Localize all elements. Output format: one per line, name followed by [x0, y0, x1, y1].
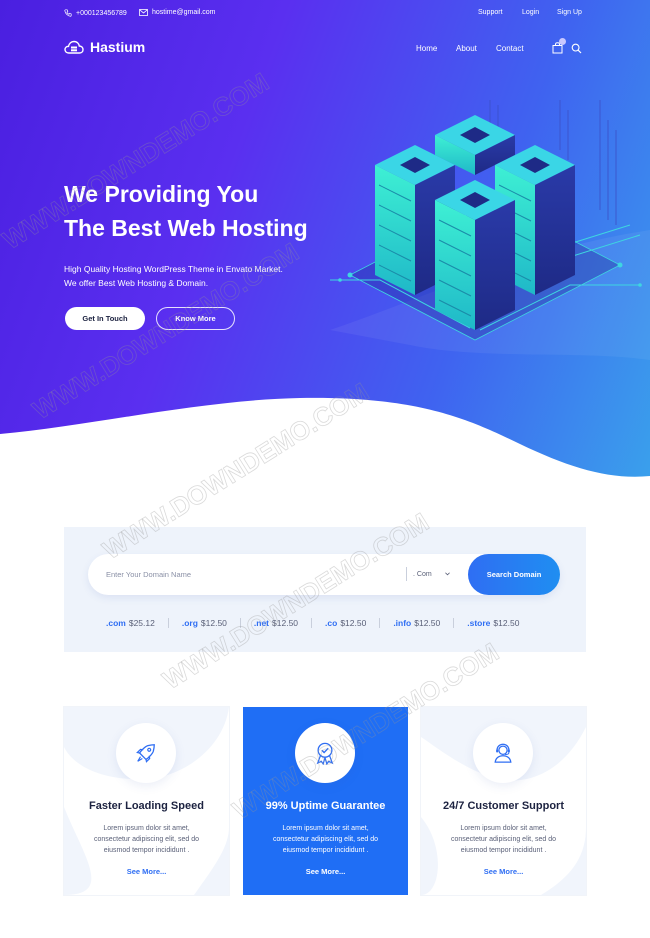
- top-bar: +000123456789 hostime@gmail.com Support …: [0, 0, 650, 26]
- domain-search-section: . Com Search Domain .com$25.12 .org$12.5…: [64, 527, 586, 652]
- feature-description-line: consectetur adipiscing elit, sed do: [272, 836, 379, 843]
- tld-label: .store: [467, 618, 491, 628]
- brand-name: Hastium: [90, 39, 146, 55]
- feature-description-line: eiusmod tempor incididunt .: [460, 847, 547, 854]
- tld-price: $12.50: [200, 618, 227, 628]
- email-contact[interactable]: hostime@gmail.com: [139, 9, 216, 16]
- feature-description-line: eiusmod tempor incididunt .: [282, 847, 369, 854]
- server-rack-illustration: [330, 100, 642, 341]
- tld-dropdown[interactable]: . Com: [406, 567, 450, 581]
- support-link[interactable]: Support: [478, 9, 503, 16]
- tld-label: .org: [181, 618, 198, 628]
- feature-description-line: Lorem ipsum dolor sit amet,: [282, 825, 369, 832]
- domain-search-input[interactable]: [106, 566, 396, 582]
- nav-contact[interactable]: Contact: [496, 44, 524, 53]
- tld-price: $25.12: [128, 618, 155, 628]
- see-more-link[interactable]: See More...: [64, 867, 229, 876]
- search-icon: [571, 43, 582, 54]
- feature-description-line: consectetur adipiscing elit, sed do: [93, 836, 200, 843]
- tld-price: $12.50: [272, 618, 299, 628]
- hero-title-line2: The Best Web Hosting: [64, 215, 308, 241]
- feature-title: 99% Uptime Guarantee: [265, 800, 386, 812]
- rocket-icon: [136, 744, 155, 763]
- tld-label: .info: [393, 618, 412, 628]
- feature-card-uptime[interactable]: 99% Uptime Guarantee Lorem ipsum dolor s…: [243, 707, 408, 895]
- mail-icon: [139, 9, 148, 16]
- feature-icon-wrapper: [295, 723, 355, 783]
- domain-search-bar: . Com Search Domain: [88, 554, 560, 595]
- price-divider: [167, 618, 169, 628]
- feature-description-line: consectetur adipiscing elit, sed do: [450, 836, 557, 843]
- feature-icon-wrapper: [473, 723, 533, 783]
- domain-price-item: .com $25.12: [106, 616, 155, 630]
- chevron-down-icon: [445, 572, 450, 576]
- phone-icon: [64, 9, 72, 17]
- hero-subtitle-line1: High Quality Hosting WordPress Theme in …: [64, 264, 283, 274]
- email-address: hostime@gmail.com: [152, 9, 216, 16]
- tld-label: .com: [106, 618, 126, 628]
- badge-check-icon: [316, 742, 334, 765]
- tld-price: $12.50: [414, 618, 441, 628]
- price-divider: [379, 618, 381, 628]
- domain-price-item: .store $12.50: [467, 616, 519, 630]
- see-more-link[interactable]: See More...: [243, 867, 408, 876]
- feature-description-line: Lorem ipsum dolor sit amet,: [460, 825, 547, 832]
- see-more-link[interactable]: See More...: [421, 867, 586, 876]
- feature-description: Lorem ipsum dolor sit amet, consectetur …: [443, 823, 564, 856]
- brand-logo[interactable]: Hastium: [64, 39, 145, 55]
- main-nav: Hastium Home About Contact: [0, 34, 650, 64]
- signup-link[interactable]: Sign Up: [557, 9, 582, 16]
- cart-badge: [559, 38, 566, 45]
- domain-price-item: .net $12.50: [254, 616, 298, 630]
- domain-price-item: .org $12.50: [182, 616, 227, 630]
- cloud-server-icon: [64, 40, 84, 54]
- hero-title-line1: We Providing You: [64, 181, 259, 207]
- tld-price: $12.50: [340, 618, 367, 628]
- domain-price-item: .co $12.50: [325, 616, 366, 630]
- domain-price-list: .com $25.12 .org $12.50 .net $12.50 .co $12.…: [88, 616, 560, 630]
- phone-number: +000123456789: [76, 9, 127, 17]
- domain-price-item: .info $12.50: [393, 616, 440, 630]
- feature-card-support[interactable]: 24/7 Customer Support Lorem ipsum dolor …: [421, 707, 586, 895]
- feature-title: Faster Loading Speed: [89, 800, 204, 812]
- cart-button[interactable]: [552, 38, 566, 59]
- get-in-touch-button[interactable]: Get In Touch: [65, 307, 145, 330]
- feature-description: Lorem ipsum dolor sit amet, consectetur …: [265, 823, 386, 856]
- price-divider: [453, 618, 455, 628]
- hero-section: +000123456789 hostime@gmail.com Support …: [0, 0, 650, 480]
- feature-description: Lorem ipsum dolor sit amet, consectetur …: [86, 823, 207, 856]
- price-divider: [239, 618, 241, 628]
- feature-icon-wrapper: [116, 723, 176, 783]
- support-agent-icon: [494, 743, 512, 763]
- price-divider: [311, 618, 313, 628]
- search-domain-button[interactable]: Search Domain: [468, 554, 560, 595]
- feature-card-speed[interactable]: Faster Loading Speed Lorem ipsum dolor s…: [64, 707, 229, 895]
- tld-selected-value: . Com: [413, 570, 432, 578]
- tld-label: .net: [253, 618, 270, 628]
- phone-contact[interactable]: +000123456789: [64, 9, 127, 17]
- tld-label: .co: [325, 618, 338, 628]
- nav-about[interactable]: About: [456, 44, 477, 53]
- know-more-button[interactable]: Know More: [156, 307, 235, 330]
- feature-title: 24/7 Customer Support: [442, 800, 565, 812]
- nav-home[interactable]: Home: [416, 44, 437, 53]
- hero-subtitle-line2: We offer Best Web Hosting & Domain.: [64, 278, 209, 288]
- search-button[interactable]: [571, 41, 582, 59]
- hero-subtitle: High Quality Hosting WordPress Theme in …: [64, 262, 364, 290]
- hero-title: We Providing You The Best Web Hosting: [64, 177, 364, 245]
- tld-price: $12.50: [493, 618, 520, 628]
- feature-description-line: eiusmod tempor incididunt .: [103, 847, 190, 854]
- login-link[interactable]: Login: [522, 9, 539, 16]
- feature-description-line: Lorem ipsum dolor sit amet,: [103, 825, 190, 832]
